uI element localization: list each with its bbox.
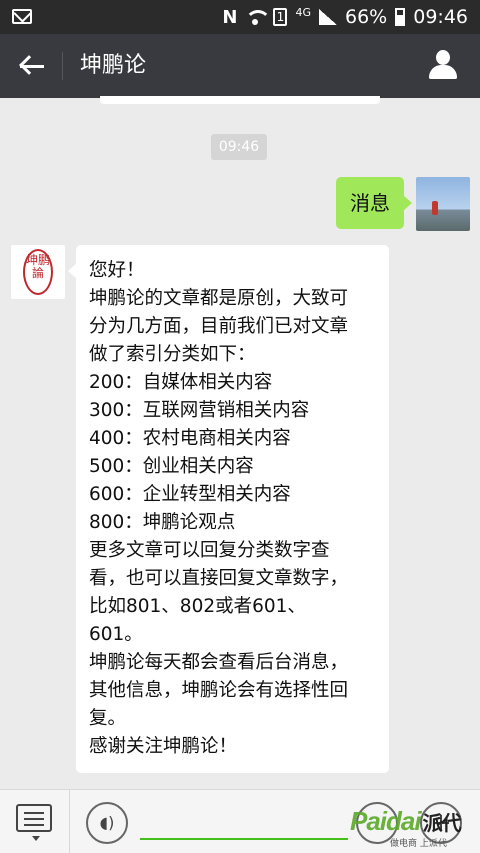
sent-message-bubble[interactable]: 消息 [336,177,412,229]
seal-logo: 坤鹏論 [23,249,53,295]
message-line: 200：自媒体相关内容 [89,372,273,393]
message-input[interactable] [140,838,348,840]
message-line: 感谢关注坤鹏论！ [89,736,238,757]
watermark-cn: 派代 [422,813,462,835]
message-line: 400：农村电商相关内容 [89,428,291,449]
message-line: 坤鹏论的文章都是原创，大致可 [89,288,349,309]
message-line: 600：企业转型相关内容 [89,484,291,505]
status-bar: N 1 4G 66% 09:46 [0,0,480,34]
menu-keyboard-icon[interactable] [16,804,52,841]
status-time: 09:46 [413,6,468,28]
message-line: 复。 [89,708,127,729]
chat-header: 坤鹏论 [0,34,480,98]
wifi-icon [245,10,272,25]
message-line: 300：互联网营销相关内容 [89,400,310,421]
nfc-icon: N [222,6,238,28]
signal-icon [319,9,337,25]
seal-text: 坤鹏論 [25,253,50,280]
message-line: 看，也可以直接回复文章数字， [89,568,349,589]
mail-icon [12,9,32,24]
received-message-bubble[interactable]: 您好！ 坤鹏论的文章都是原创，大致可 分为几方面，目前我们已对文章 做了索引分类… [68,245,389,773]
message-line: 更多文章可以回复分类数字查 [89,540,330,561]
voice-icon[interactable]: ◖) [86,802,128,844]
header-divider [62,52,63,80]
message-timestamp: 09:46 [211,134,267,160]
message-line: 做了索引分类如下： [89,344,256,365]
message-line: 601。 [89,624,143,645]
message-line: 坤鹏论每天都会查看后台消息， [89,652,349,673]
network-type: 4G [295,5,311,19]
previous-message-fragment [100,96,380,104]
my-avatar[interactable] [416,177,470,231]
message-line: 500：创业相关内容 [89,456,254,477]
message-line: 您好！ [89,260,145,281]
input-bar-divider [69,790,70,853]
profile-icon[interactable] [428,50,458,80]
back-arrow-icon[interactable] [18,52,46,80]
sim-icon: 1 [273,8,288,26]
bot-avatar[interactable]: 坤鹏論 [11,245,65,299]
message-line: 800：坤鹏论观点 [89,512,236,533]
message-line: 分为几方面，目前我们已对文章 [89,316,349,337]
message-line: 比如801、802或者601、 [89,596,306,617]
chat-title: 坤鹏论 [80,53,147,78]
watermark-subtitle: 做电商 上派代 [390,839,447,849]
battery-icon [395,8,406,26]
watermark-brand: Paidai [350,806,422,836]
message-line: 其他信息，坤鹏论会有选择性回 [89,680,349,701]
watermark-logo: Paidai 派代 [350,806,462,837]
battery-percent: 66% [345,6,388,28]
status-icons: N 1 4G 66% 09:46 [222,0,468,34]
